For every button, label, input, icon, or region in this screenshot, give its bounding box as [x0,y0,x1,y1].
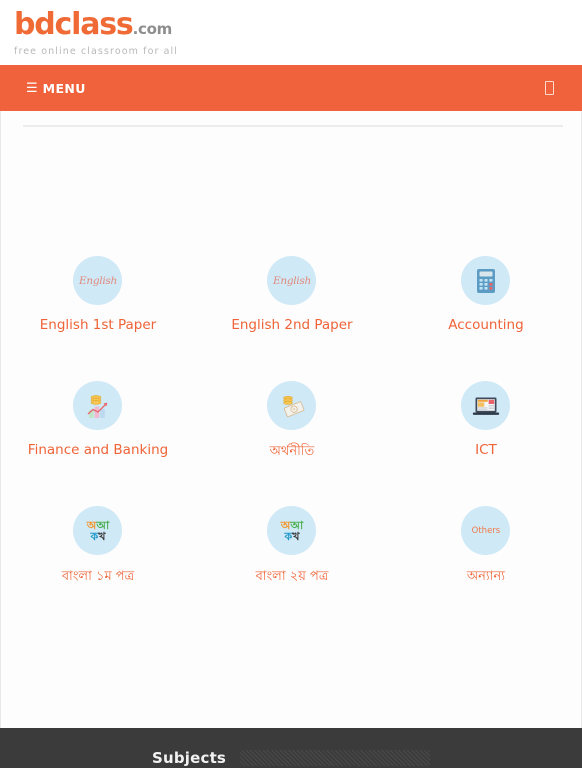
laptop-icon [461,381,511,430]
icon-inner-text: Others [471,525,501,536]
subject-label: বাংলা ১ম পত্র [61,569,135,584]
footer-placeholder-block [240,750,431,766]
subject-item-finance-and-banking[interactable]: Finance and Banking [1,381,195,506]
bar-chart-coins-icon-svg [87,394,108,418]
menu-label: MENU [42,80,86,96]
page-root: bdclass.com free online classroom for al… [0,0,582,768]
laptop-icon-svg [472,397,500,415]
footer-heading: Subjects [151,749,227,767]
subject-label: English 1st Paper [39,317,157,333]
subject-item-others[interactable]: Others অন্যান্য [389,506,582,631]
site-footer: Subjects [0,728,582,768]
bengali-letters-icon: অআ কখ [73,506,123,555]
bengali-letters-group: অআ কখ [86,518,110,543]
site-tagline: free online classroom for all [14,46,179,57]
subject-item-accounting[interactable]: Accounting [389,256,582,381]
subject-label: বাংলা ২য় পত্র [255,569,329,584]
subject-item-english-2nd-paper[interactable]: English English 2nd Paper [195,256,389,381]
bar-chart-coins-icon [73,381,123,430]
logo-text: bdclass.com [14,10,582,44]
icon-inner-text: English [273,274,311,287]
subject-item-economics[interactable]: অর্থনীতি [195,381,389,506]
subject-label: অর্থনীতি [269,444,315,459]
missing-glyph-box-icon[interactable] [545,81,554,95]
subject-item-bangla-1st-paper[interactable]: অআ কখ বাংলা ১ম পত্র [1,506,195,631]
english-script-icon: English [73,256,123,305]
bengali-letters-icon: অআ কখ [267,506,317,555]
calculator-icon-svg [476,268,495,293]
logo-domain-suffix: .com [132,20,173,38]
site-header: bdclass.com free online classroom for al… [0,0,582,65]
english-script-icon: English [267,256,317,305]
site-logo[interactable]: bdclass.com free online classroom for al… [14,10,582,58]
bengali-letters-group: অআ কখ [280,518,304,543]
main-content: English English 1st Paper English Englis… [0,111,582,728]
money-banknote-coins-icon [267,381,317,430]
subject-label: অন্যান্য [466,569,505,584]
subject-grid: English English 1st Paper English Englis… [1,256,582,631]
subject-label: English 2nd Paper [231,317,353,333]
money-banknote-coins-icon-svg [283,395,305,417]
footer-content: Subjects [151,749,431,767]
menu-toggle-button[interactable]: ☰ MENU [26,81,86,96]
subject-item-english-1st-paper[interactable]: English English 1st Paper [1,256,195,381]
subject-label: Accounting [448,317,524,333]
main-navbar: ☰ MENU [0,65,582,111]
icon-inner-text: English [79,274,117,287]
subject-label: Finance and Banking [27,442,169,458]
subject-item-ict[interactable]: ICT [389,381,582,506]
hamburger-icon: ☰ [26,80,38,96]
subject-item-bangla-2nd-paper[interactable]: অআ কখ বাংলা ২য় পত্র [195,506,389,631]
logo-main-text: bdclass [14,7,134,42]
subject-label: ICT [475,442,497,458]
content-divider [23,125,563,127]
calculator-icon [461,256,511,305]
others-text-icon: Others [461,506,511,555]
